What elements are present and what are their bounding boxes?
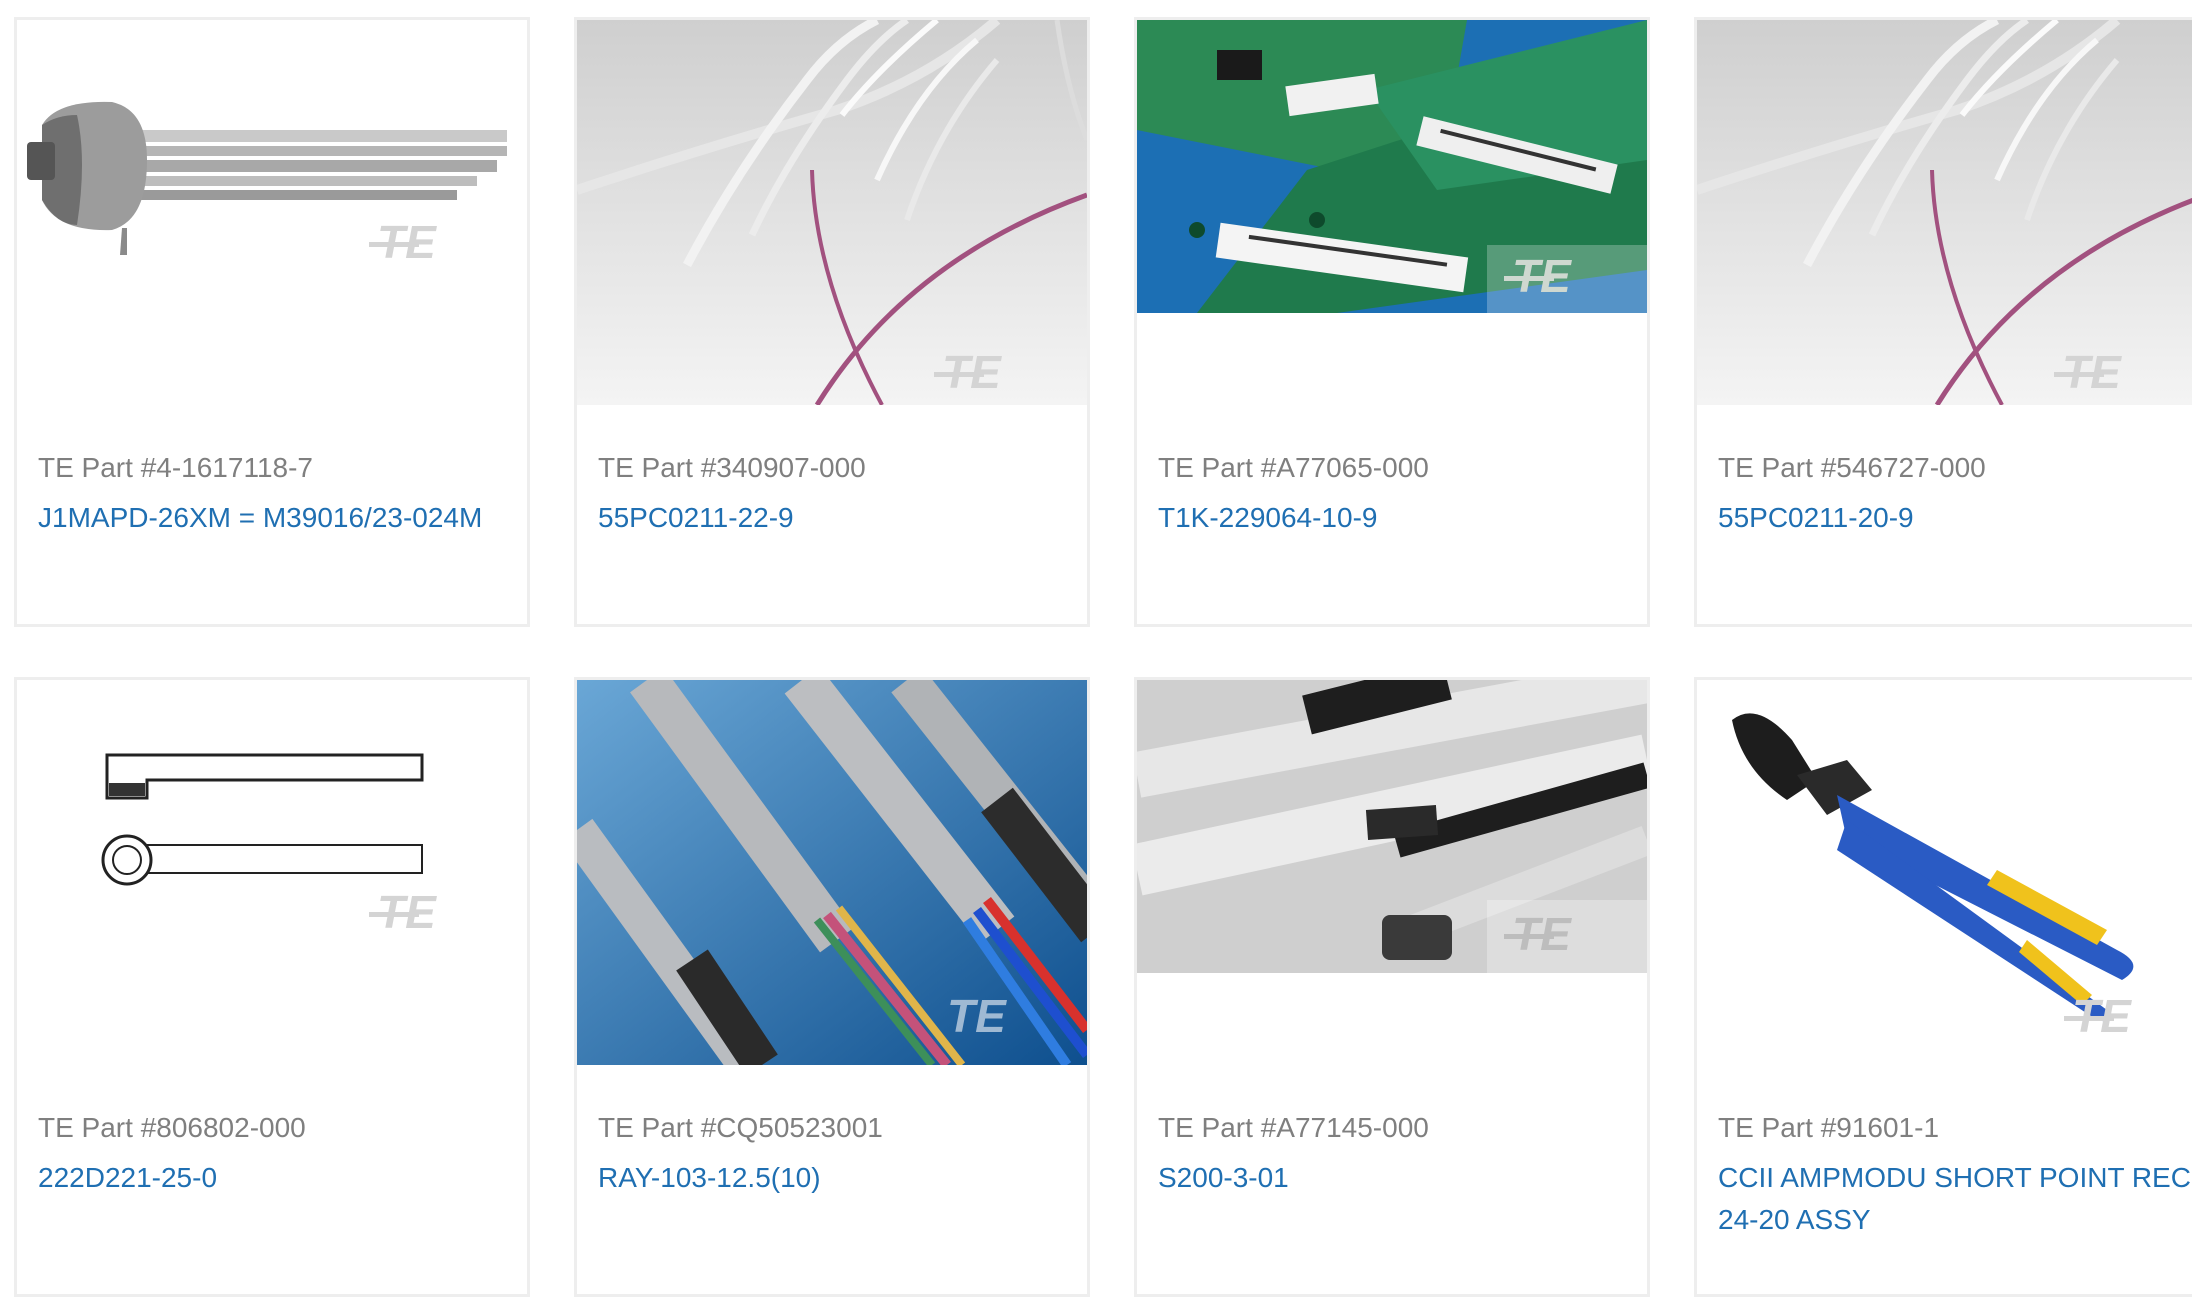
product-card[interactable]: TE TE Part #A77145-000 S200-3-01 [1134, 677, 1650, 1297]
product-name-link[interactable]: T1K-229064-10-9 [1158, 497, 1638, 539]
product-card[interactable]: TE TE Part #CQ50523001 RAY-103-12.5(10) [574, 677, 1090, 1297]
product-image-circuit-boards[interactable]: TE [1137, 20, 1647, 405]
product-image-wires[interactable]: TE [1697, 20, 2192, 405]
product-name-link[interactable]: RAY-103-12.5(10) [598, 1157, 1078, 1199]
product-name-link[interactable]: CCII AMPMODU SHORT POINT REC 24-20 ASSY [1718, 1157, 2192, 1241]
product-image-braided-cables[interactable]: TE [577, 680, 1087, 1065]
product-card[interactable]: TE TE Part #91601-1 CCII AMPMODU SHORT P… [1694, 677, 2192, 1297]
part-number: TE Part #A77065-000 [1158, 452, 1429, 483]
part-number: TE Part #806802-000 [38, 1112, 306, 1143]
product-name-link[interactable]: 222D221-25-0 [38, 1157, 518, 1199]
product-image-heat-shrink[interactable]: TE [1137, 680, 1647, 1065]
svg-text:TE: TE [947, 990, 1007, 1042]
product-card[interactable]: TE TE Part #A77065-000 T1K-229064-10-9 [1134, 17, 1650, 627]
product-card[interactable]: TE TE Part #340907-000 55PC0211-22-9 [574, 17, 1090, 627]
part-number: TE Part #340907-000 [598, 452, 866, 483]
product-name-link[interactable]: 55PC0211-22-9 [598, 497, 1078, 539]
product-name-link[interactable]: 55PC0211-20-9 [1718, 497, 2192, 539]
product-name-link[interactable]: J1MAPD-26XM = M39016/23-024M [38, 497, 518, 539]
part-number: TE Part #4-1617118-7 [38, 452, 313, 483]
product-image-wires[interactable]: TE [577, 20, 1087, 405]
product-image-crimp-tool[interactable]: TE [1697, 680, 2192, 1065]
product-card[interactable]: TE TE Part #4-1617118-7 J1MAPD-26XM = M3… [14, 17, 530, 627]
part-number: TE Part #A77145-000 [1158, 1112, 1429, 1143]
product-image-tool-drawing[interactable]: TE [17, 680, 527, 1065]
part-number: TE Part #CQ50523001 [598, 1112, 883, 1143]
product-image-connector[interactable]: TE [17, 20, 527, 405]
part-number: TE Part #91601-1 [1718, 1112, 1940, 1143]
product-name-link[interactable]: S200-3-01 [1158, 1157, 1638, 1199]
product-card[interactable]: TE TE Part #546727-000 55PC0211-20-9 [1694, 17, 2192, 627]
part-number: TE Part #546727-000 [1718, 452, 1986, 483]
product-card[interactable]: TE TE Part #806802-000 222D221-25-0 [14, 677, 530, 1297]
product-grid: TE TE Part #4-1617118-7 J1MAPD-26XM = M3… [0, 0, 2192, 1297]
